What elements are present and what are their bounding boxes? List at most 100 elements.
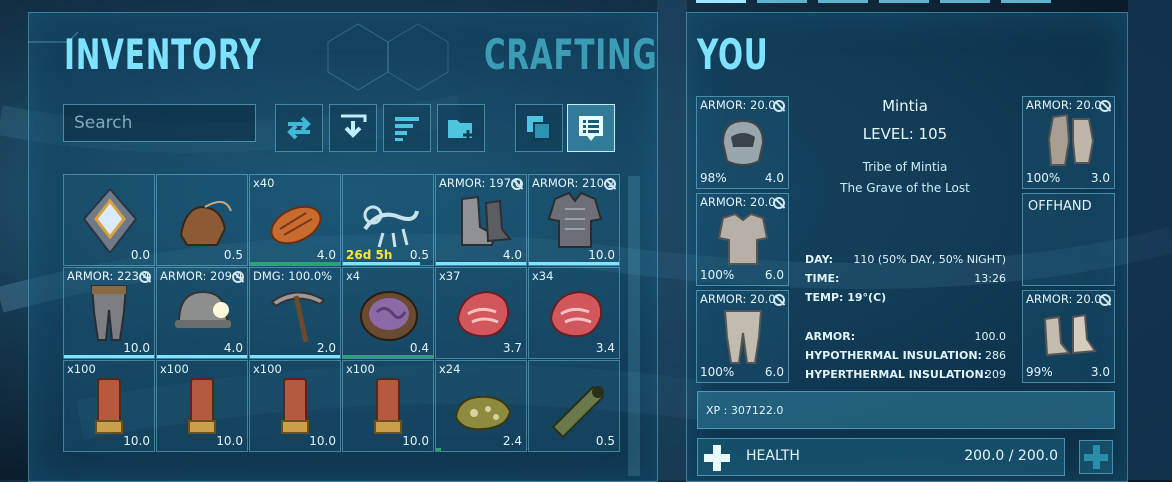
inventory-slot-armor-helmet[interactable]: ARMOR: 209.4 4.0 [156, 267, 248, 359]
inventory-slot-kibble-bowl[interactable]: x4 0.4 [342, 267, 434, 359]
day-label: DAY: [805, 253, 833, 266]
equip-weight: 6.0 [764, 268, 784, 282]
equip-armor: ARMOR: 20.0 [700, 98, 776, 112]
pick-icon [270, 291, 326, 343]
equip-slot-legs[interactable]: ARMOR: 20.0 100% 6.0 [696, 290, 789, 383]
equip-slot-head[interactable]: ARMOR: 20.0 98% 4.0 [696, 96, 789, 189]
item-timer: 26d 5h [346, 248, 393, 262]
inventory-title: INVENTORY [64, 30, 262, 79]
equip-durability: 100% [700, 365, 735, 379]
inventory-slot-skeleton[interactable]: 26d 5h 0.5 [342, 174, 434, 266]
pants-icon [90, 285, 128, 341]
drop-button[interactable] [329, 104, 377, 152]
item-label: ARMOR: 223.4 [67, 269, 150, 283]
folder-button[interactable] [437, 104, 485, 152]
sort-icon [395, 117, 419, 141]
inventory-slot-cooked-meat[interactable]: x40 4.0 [249, 174, 341, 266]
inventory-slot-shotgun-shell[interactable]: x100 10.0 [63, 360, 155, 452]
equip-durability: 100% [1026, 171, 1061, 185]
durability-bar [250, 355, 340, 358]
plus-icon [1084, 445, 1108, 469]
scope-icon [551, 385, 605, 439]
steak-icon [270, 205, 322, 245]
temp-label: TEMP: 19°(C) [805, 291, 887, 304]
item-weight: 10.0 [402, 434, 429, 448]
durability-bar [64, 355, 154, 358]
equip-durability: 99% [1026, 365, 1053, 379]
equip-weight: 3.0 [1090, 171, 1110, 185]
item-weight: 0.0 [130, 248, 150, 262]
equip-armor: ARMOR: 20.0 [1026, 98, 1102, 112]
lock-icon [773, 294, 785, 306]
skeleton-icon [363, 205, 419, 248]
crystal-icon [82, 189, 138, 253]
armor-value: 100.0 [974, 330, 1007, 343]
equip-armor: ARMOR: 20.0 [700, 195, 776, 209]
crafting-tab[interactable]: CRAFTING [484, 30, 657, 79]
durability-bar [529, 262, 619, 265]
lock-icon [604, 178, 616, 190]
inventory-slot-shotgun-shell[interactable]: x100 10.0 [342, 360, 434, 452]
inventory-slot-spoiled-item[interactable]: x24 2.4 [435, 360, 527, 452]
item-weight: 0.5 [595, 434, 615, 448]
lock-icon [773, 100, 785, 112]
item-label: DMG: 100.0% [253, 269, 333, 283]
item-weight: 4.0 [316, 248, 336, 262]
spoil-bar [436, 448, 442, 451]
item-label: x100 [253, 362, 282, 376]
inventory-slot-scope[interactable]: 0.5 [528, 360, 620, 452]
tribe-name: Tribe of Mintia [862, 160, 948, 174]
inventory-slot-raw-meat[interactable]: x34 3.4 [528, 267, 620, 359]
player-name: Mintia [882, 97, 928, 115]
item-label: ARMOR: 197.0 [439, 176, 522, 190]
item-label: ARMOR: 209.4 [160, 269, 243, 283]
map-name: The Grave of the Lost [840, 181, 970, 195]
equip-armor: ARMOR: 20.0 [700, 292, 776, 306]
lock-icon [139, 271, 151, 283]
you-title: YOU [697, 30, 769, 79]
chest-armor-icon [717, 212, 769, 265]
transfer-icon [287, 116, 311, 140]
stack-icon [527, 116, 551, 140]
boots-icon [461, 195, 512, 246]
item-label: x100 [160, 362, 189, 376]
inventory-slot-shotgun-shell[interactable]: x100 10.0 [156, 360, 248, 452]
add-health-point-button[interactable] [1079, 440, 1113, 474]
item-label: ARMOR: 210.2 [532, 176, 615, 190]
meat-icon [456, 290, 510, 338]
equip-slot-chest[interactable]: ARMOR: 20.0 100% 6.0 [696, 193, 789, 286]
item-weight: 0.4 [409, 341, 429, 355]
equip-slot-feet[interactable]: ARMOR: 20.0 99% 3.0 [1022, 290, 1115, 383]
shell-icon [95, 378, 123, 434]
item-weight: 4.0 [502, 248, 522, 262]
inventory-slot-element[interactable]: 0.0 [63, 174, 155, 266]
inventory-slot-raw-meat[interactable]: x37 3.7 [435, 267, 527, 359]
inventory-slot-pickaxe[interactable]: DMG: 100.0% 2.0 [249, 267, 341, 359]
lock-icon [1099, 294, 1111, 306]
health-label: HEALTH [746, 448, 800, 464]
gloves-icon [1047, 113, 1095, 166]
transfer-button[interactable] [275, 104, 323, 152]
inventory-slot-armor-chest[interactable]: ARMOR: 210.2 10.0 [528, 174, 620, 266]
inventory-slot-armor-boots[interactable]: ARMOR: 197.0 4.0 [435, 174, 527, 266]
sort-button[interactable] [383, 104, 431, 152]
pants-icon [723, 310, 763, 364]
offhand-slot[interactable]: OFFHAND [1022, 193, 1115, 286]
inventory-slot-saddle[interactable]: 0.5 [156, 174, 248, 266]
stack-button[interactable] [515, 104, 563, 152]
inventory-slot-shotgun-shell[interactable]: x100 10.0 [249, 360, 341, 452]
item-label: x40 [253, 176, 275, 190]
lock-icon [232, 271, 244, 283]
helmet-icon [175, 290, 231, 328]
inventory-scrollbar[interactable] [628, 176, 640, 476]
lock-icon [1099, 100, 1111, 112]
equip-weight: 3.0 [1090, 365, 1110, 379]
inventory-slot-armor-pants[interactable]: ARMOR: 223.4 10.0 [63, 267, 155, 359]
spoil-bar [250, 262, 340, 265]
health-row: HEALTH 200.0 / 200.0 [697, 438, 1065, 476]
details-button[interactable] [567, 104, 615, 152]
item-weight: 10.0 [216, 434, 243, 448]
chest-icon [547, 191, 603, 248]
equip-slot-hands[interactable]: ARMOR: 20.0 100% 3.0 [1022, 96, 1115, 189]
search-input[interactable] [63, 104, 256, 142]
